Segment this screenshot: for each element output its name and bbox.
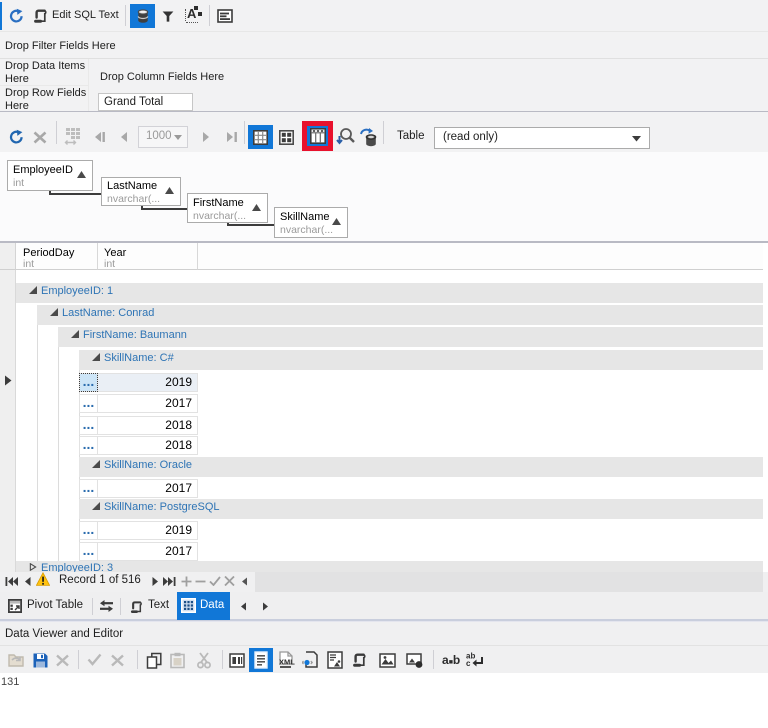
svg-text:XML: XML	[279, 658, 295, 667]
svg-text:c: c	[466, 659, 471, 668]
